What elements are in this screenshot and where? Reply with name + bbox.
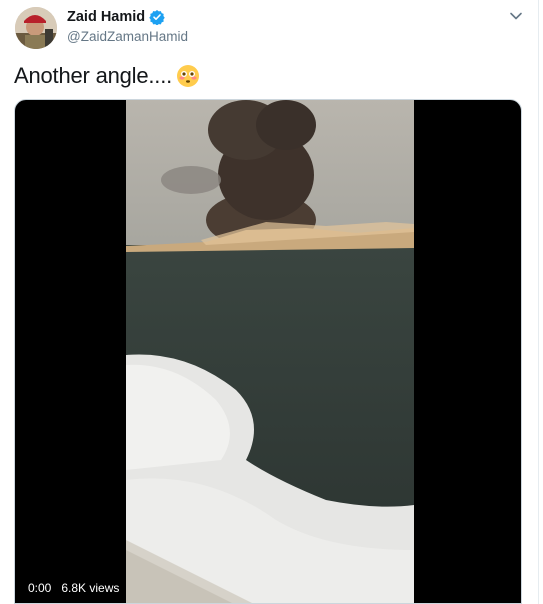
- video-thumbnail: [126, 100, 414, 603]
- verified-badge-icon: [149, 9, 165, 26]
- video-player[interactable]: 0:00 6.8K views: [14, 99, 522, 604]
- video-views: 6.8K views: [61, 581, 120, 595]
- author-avatar[interactable]: [15, 7, 57, 49]
- author-name[interactable]: Zaid Hamid: [67, 9, 145, 25]
- video-timestamp: 0:00: [28, 581, 52, 595]
- tweet-text: Another angle....: [14, 63, 173, 88]
- chevron-down-icon[interactable]: [508, 8, 524, 24]
- video-frame[interactable]: [126, 100, 414, 603]
- tweet-text-container: Another angle....: [14, 63, 200, 89]
- tweet-card: Zaid Hamid @ZaidZamanHamid Another angle…: [0, 0, 539, 604]
- avatar-image: [15, 7, 57, 49]
- author-name-row: Zaid Hamid: [67, 9, 165, 26]
- video-controls: 0:00 6.8K views: [28, 581, 119, 595]
- flushed-face-emoji-icon: [176, 64, 200, 88]
- author-handle[interactable]: @ZaidZamanHamid: [67, 29, 188, 44]
